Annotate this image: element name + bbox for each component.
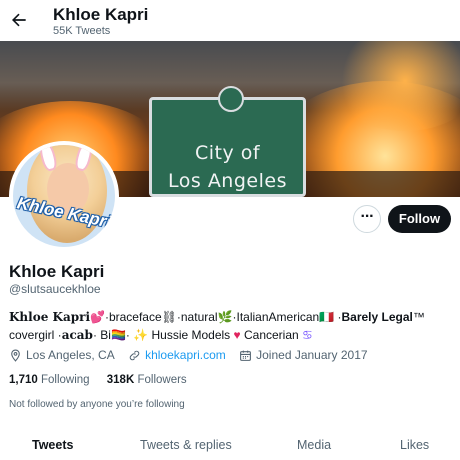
website-link[interactable]: khloekapri.com (145, 348, 226, 362)
tab-tweets-replies[interactable]: Tweets & replies (140, 438, 232, 452)
location-text: Los Angeles, CA (26, 348, 115, 362)
profile-name: Khloe Kapri (9, 262, 105, 281)
mutual-followers-text: Not followed by anyone you’re following (9, 399, 185, 410)
bio-name: Khloe Kapri (9, 310, 91, 324)
profile-handle: @slutsaucekhloe (9, 282, 101, 296)
header-title: Khloe Kapri (53, 5, 149, 24)
bio-tm: ™ (412, 310, 425, 324)
link-icon (129, 350, 140, 361)
joined-item: Joined January 2017 (239, 348, 368, 362)
bio-line2-a: covergirl · (9, 328, 62, 342)
top-bar: Khloe Kapri 55K Tweets (0, 0, 460, 41)
tab-likes[interactable]: Likes (400, 438, 429, 452)
tab-tweets[interactable]: Tweets (32, 438, 73, 452)
location-item: Los Angeles, CA (9, 348, 115, 362)
followers-stat[interactable]: 318K Followers (107, 374, 187, 386)
header-tweet-count: 55K Tweets (53, 25, 111, 37)
sign-line-2: Los Angeles (168, 170, 287, 192)
city-sign: City of Los Angeles (149, 86, 306, 197)
followers-count: 318K (106, 374, 135, 386)
followers-label: Followers (137, 374, 187, 386)
cancer-zodiac-icon: ♋ (302, 328, 313, 342)
more-options-button[interactable]: ··· (353, 205, 381, 233)
heart-icon: ♥ (233, 328, 241, 342)
tab-media[interactable]: Media (297, 438, 331, 452)
bio-part-2: 💕·braceface⛓·natural🌿·ItalianAmerican🇮🇹 … (90, 310, 342, 324)
follow-button[interactable]: Follow (388, 205, 451, 233)
bio-barely-legal: Barely Legal (341, 310, 413, 324)
back-arrow-icon[interactable] (9, 10, 29, 30)
joined-text: Joined January 2017 (256, 348, 368, 362)
profile-stats: 1,710 Following 318K Followers (9, 374, 201, 386)
bio-acab: acab (61, 328, 93, 342)
city-seal-icon (218, 86, 244, 112)
profile-avatar[interactable]: Khloe Kapri (9, 141, 119, 251)
profile-meta: Los Angeles, CA khloekapri.com Joined Ja… (9, 348, 378, 362)
calendar-icon (240, 350, 252, 361)
following-stat[interactable]: 1,710 Following (9, 374, 90, 386)
profile-bio: Khloe Kapri💕·braceface⛓·natural🌿·Italian… (9, 308, 449, 344)
website-item[interactable]: khloekapri.com (128, 348, 226, 362)
sign-line-1: City of (194, 142, 261, 164)
bio-line2-c: · Bi🏳️‍🌈· ✨ Hussie Models (92, 328, 234, 342)
bio-line2-d: Cancerian (240, 328, 299, 342)
following-label: Following (40, 374, 90, 386)
following-count: 1,710 (9, 374, 38, 386)
location-pin-icon (11, 349, 20, 362)
profile-tabs: Tweets Tweets & replies Media Likes (0, 427, 460, 460)
